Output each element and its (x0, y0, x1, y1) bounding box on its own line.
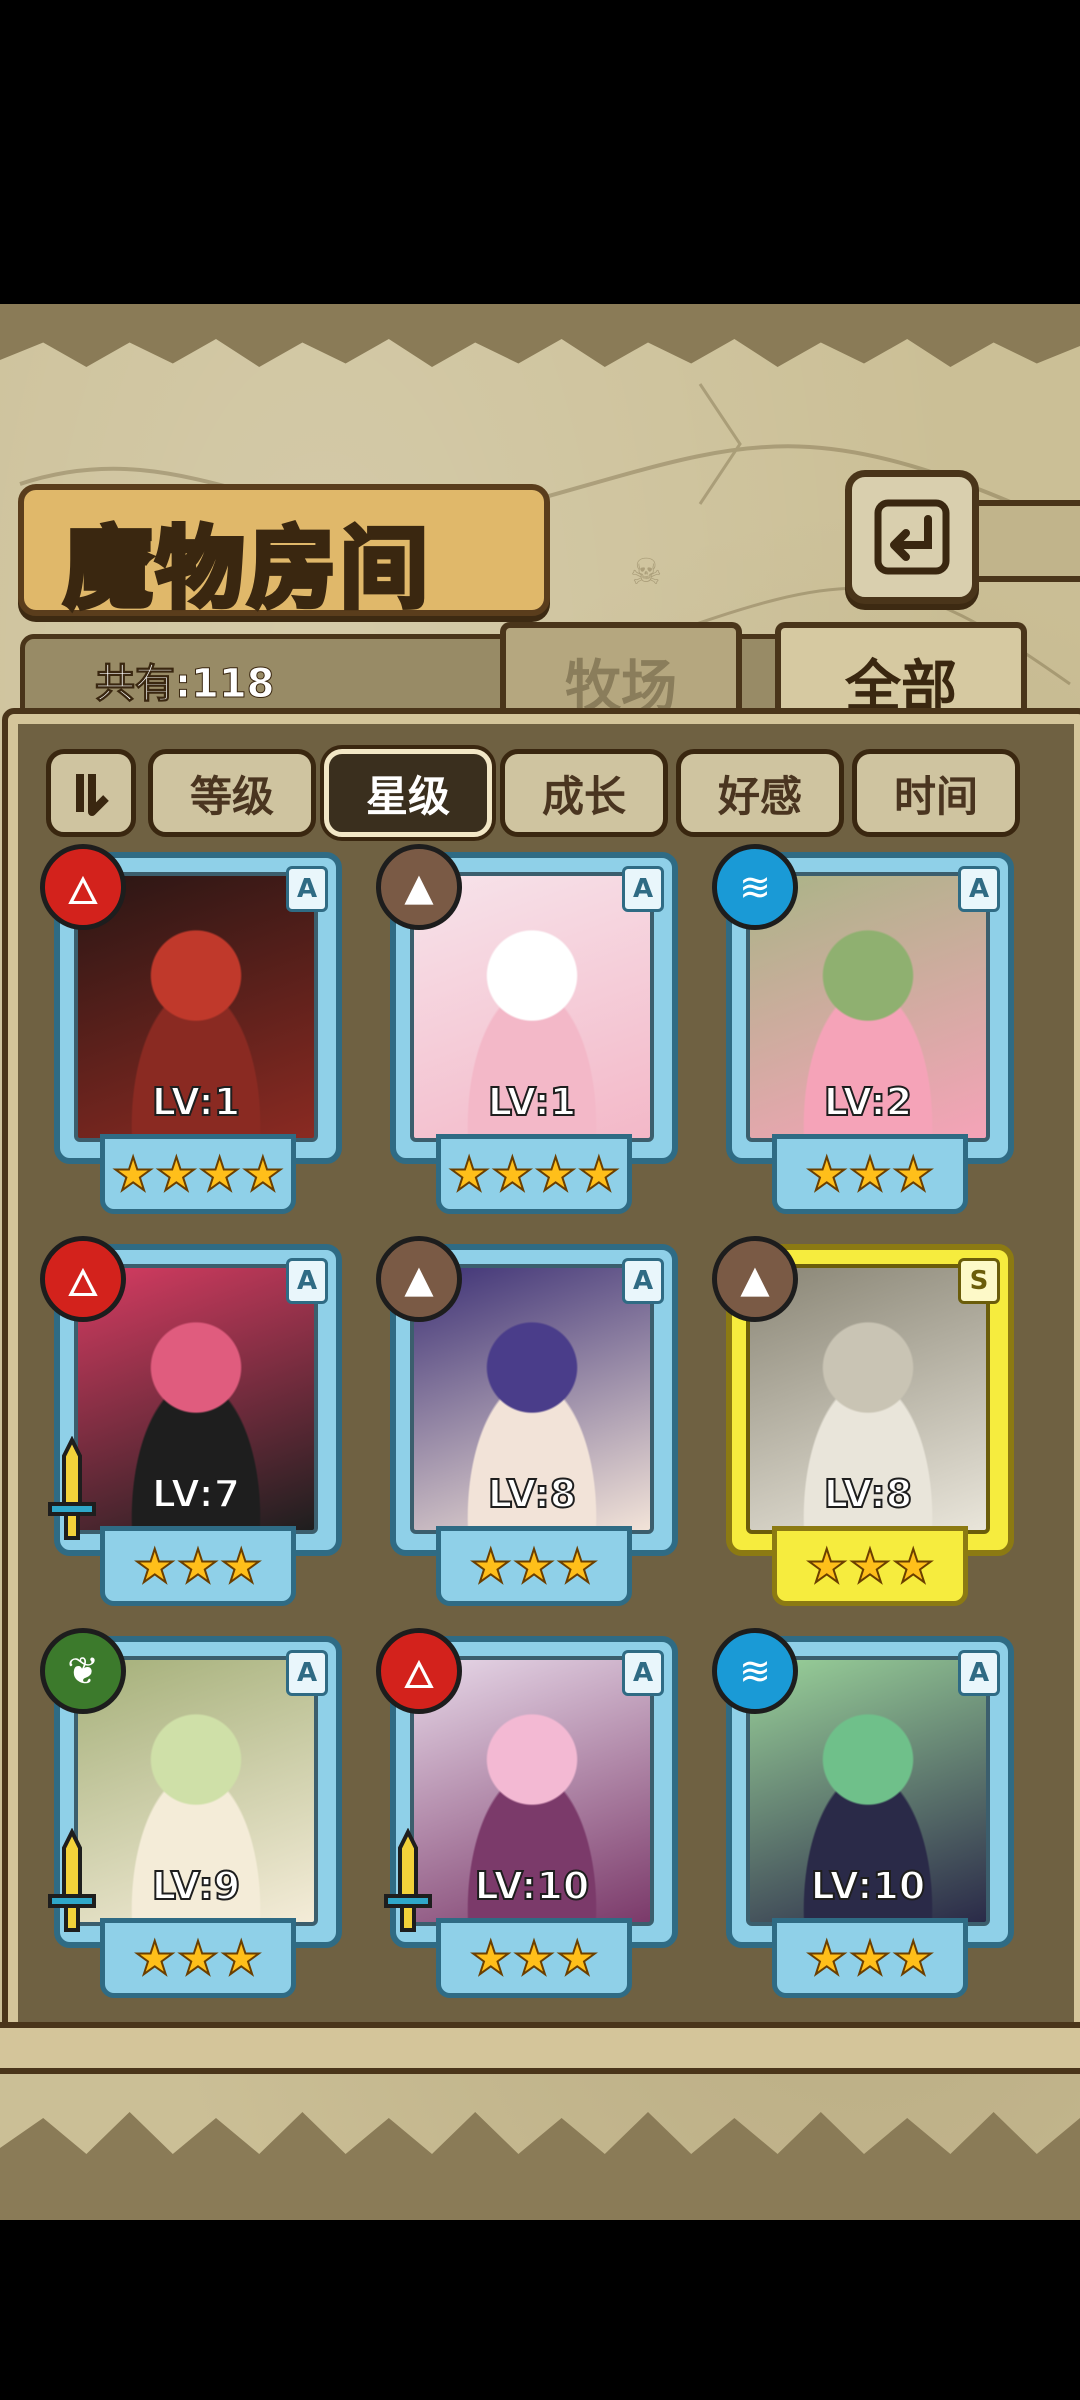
star-icon: ★ (491, 1147, 534, 1201)
star-rating: ★ ★ ★ (100, 1526, 296, 1606)
star-icon: ★ (111, 1147, 154, 1201)
title-plaque: 魔物房间 (18, 484, 550, 623)
sort-star-button[interactable]: 星级 (324, 749, 492, 837)
star-icon: ★ (512, 1539, 555, 1593)
star-icon: ★ (848, 1931, 891, 1985)
rank-badge: A (286, 1258, 328, 1304)
star-icon: ★ (469, 1931, 512, 1985)
rank-badge: A (622, 866, 664, 912)
star-icon: ★ (534, 1147, 577, 1201)
back-button[interactable] (845, 470, 979, 604)
monster-level: LV:9 (151, 1863, 241, 1909)
star-icon: ★ (556, 1931, 599, 1985)
monster-level: LV:7 (151, 1471, 241, 1517)
monster-level: LV:1 (487, 1079, 577, 1125)
weapon-equipped-icon (384, 1828, 432, 1932)
sort-order-toggle[interactable] (46, 749, 136, 837)
wood-element-icon: ❦ (40, 1628, 126, 1714)
page-title: 魔物房间 (61, 514, 433, 623)
star-icon: ★ (556, 1539, 599, 1593)
sort-level-button[interactable]: 等级 (148, 749, 316, 837)
star-rating: ★ ★ ★ (772, 1134, 968, 1214)
monster-grid: LV:1 A 🜂 ★ ★ ★ ★ LV:1 A ▲ ★ ★ ★ ★ LV:2 A ≋ ★ ★ ★ LV:7 A 🜂 ★ ★ ★ LV… (40, 844, 1040, 2016)
rank-badge: S (958, 1258, 1000, 1304)
star-icon: ★ (176, 1931, 219, 1985)
monster-count: 共有:118 (95, 661, 275, 708)
monster-level: LV:8 (487, 1471, 577, 1517)
star-icon: ★ (133, 1539, 176, 1593)
star-icon: ★ (512, 1931, 555, 1985)
earth-element-icon: ▲ (376, 1236, 462, 1322)
fire-element-icon: 🜂 (40, 1236, 126, 1322)
star-icon: ★ (805, 1539, 848, 1593)
monster-level: LV:10 (474, 1863, 591, 1909)
monster-level: LV:8 (823, 1471, 913, 1517)
fire-element-icon: 🜂 (376, 1628, 462, 1714)
star-icon: ★ (176, 1539, 219, 1593)
monster-card[interactable]: LV:2 A ≋ ★ ★ ★ (712, 844, 1018, 1224)
monster-card[interactable]: LV:1 A ▲ ★ ★ ★ ★ (376, 844, 682, 1224)
water-element-icon: ≋ (712, 1628, 798, 1714)
fire-element-icon: 🜂 (40, 844, 126, 930)
sort-growth-button[interactable]: 成长 (500, 749, 668, 837)
star-icon: ★ (447, 1147, 490, 1201)
star-icon: ★ (805, 1147, 848, 1201)
star-icon: ★ (241, 1147, 284, 1201)
monster-card[interactable]: LV:8 S ▲ ★ ★ ★ (712, 1236, 1018, 1616)
earth-element-icon: ▲ (376, 844, 462, 930)
star-rating: ★ ★ ★ (436, 1526, 632, 1606)
sort-affection-button[interactable]: 好感 (676, 749, 844, 837)
star-icon: ★ (892, 1931, 935, 1985)
sort-time-button[interactable]: 时间 (852, 749, 1020, 837)
star-rating: ★ ★ ★ (100, 1918, 296, 1998)
star-icon: ★ (133, 1931, 176, 1985)
star-rating: ★ ★ ★ (772, 1526, 968, 1606)
torn-paper-bottom (0, 2112, 1080, 2220)
rank-badge: A (622, 1650, 664, 1696)
rank-badge: A (286, 866, 328, 912)
star-rating: ★ ★ ★ ★ (100, 1134, 296, 1214)
monster-card[interactable]: LV:10 A ≋ ★ ★ ★ (712, 1628, 1018, 2008)
star-icon: ★ (892, 1147, 935, 1201)
star-icon: ★ (220, 1539, 263, 1593)
star-rating: ★ ★ ★ (772, 1918, 968, 1998)
rank-badge: A (958, 1650, 1000, 1696)
monster-card[interactable]: LV:10 A 🜂 ★ ★ ★ (376, 1628, 682, 2008)
water-element-icon: ≋ (712, 844, 798, 930)
star-rating: ★ ★ ★ ★ (436, 1134, 632, 1214)
star-icon: ★ (220, 1931, 263, 1985)
earth-element-icon: ▲ (712, 1236, 798, 1322)
star-icon: ★ (577, 1147, 620, 1201)
star-icon: ★ (805, 1931, 848, 1985)
star-rating: ★ ★ ★ (436, 1918, 632, 1998)
monster-level: LV:10 (810, 1863, 927, 1909)
star-icon: ★ (848, 1539, 891, 1593)
star-icon: ★ (155, 1147, 198, 1201)
star-icon: ★ (892, 1539, 935, 1593)
monster-level: LV:2 (823, 1079, 913, 1125)
rank-badge: A (286, 1650, 328, 1696)
sort-order-icon (76, 774, 109, 816)
star-icon: ★ (198, 1147, 241, 1201)
monster-level: LV:1 (151, 1079, 241, 1125)
return-arrow-icon (874, 499, 950, 575)
rank-badge: A (622, 1258, 664, 1304)
monster-card[interactable]: LV:9 A ❦ ★ ★ ★ (40, 1628, 346, 2008)
monster-card[interactable]: LV:8 A ▲ ★ ★ ★ (376, 1236, 682, 1616)
monster-card[interactable]: LV:7 A 🜂 ★ ★ ★ (40, 1236, 346, 1616)
monster-room-screen: ☠ 魔物房间 共有:118 牧场 全部 等级 星级 成长 好感 时间 LV:1 A… (0, 304, 1080, 2220)
svg-text:☠: ☠ (630, 552, 662, 593)
star-icon: ★ (848, 1147, 891, 1201)
weapon-equipped-icon (48, 1436, 96, 1540)
panel-bottom-rail (0, 2022, 1080, 2074)
weapon-equipped-icon (48, 1828, 96, 1932)
star-icon: ★ (469, 1539, 512, 1593)
rank-badge: A (958, 866, 1000, 912)
monster-card[interactable]: LV:1 A 🜂 ★ ★ ★ ★ (40, 844, 346, 1224)
